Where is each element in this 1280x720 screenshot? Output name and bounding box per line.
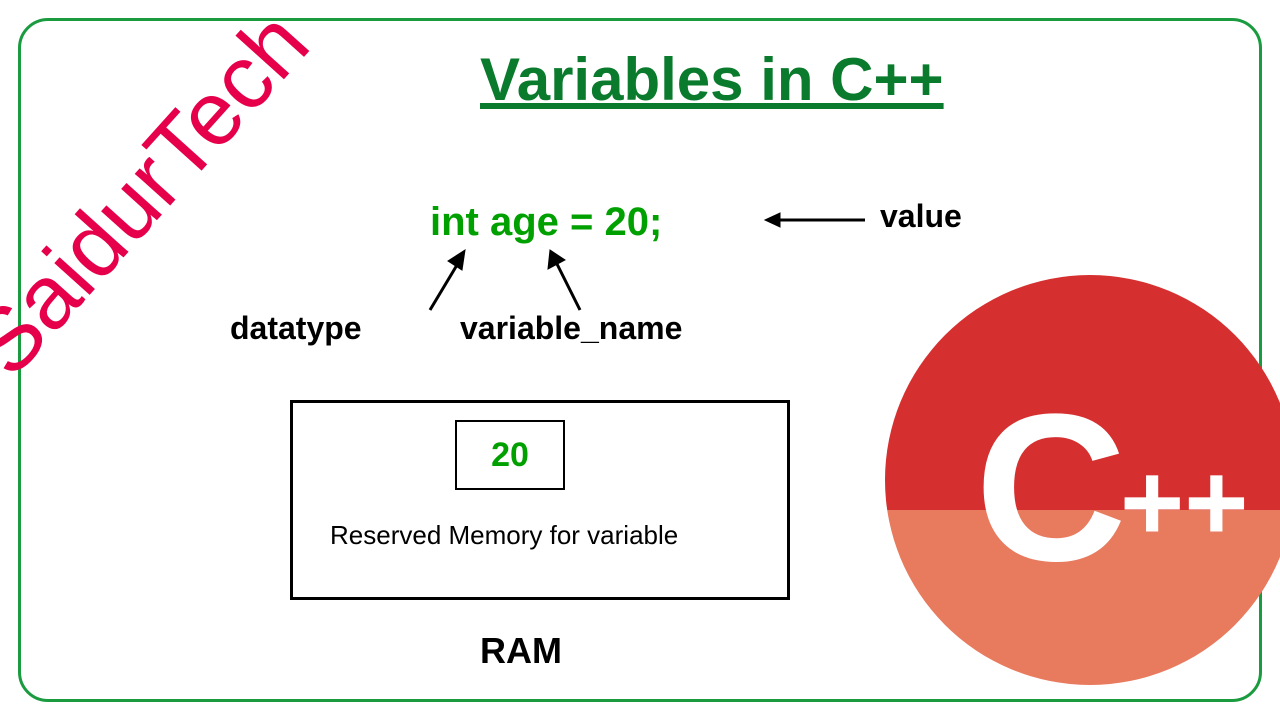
label-value: value	[880, 198, 962, 235]
memory-cell: 20	[455, 420, 565, 490]
svg-text:++: ++	[1120, 441, 1248, 564]
memory-caption: Reserved Memory for variable	[330, 520, 678, 551]
arrow-value	[760, 205, 870, 235]
code-example: int age = 20;	[430, 200, 662, 245]
ram-label: RAM	[480, 630, 562, 672]
arrow-varname	[540, 245, 600, 315]
cpp-logo-icon: C ++	[880, 270, 1280, 690]
label-variable-name: variable_name	[460, 310, 682, 347]
diagram-title: Variables in C++	[480, 45, 944, 114]
svg-text:C: C	[975, 370, 1127, 605]
arrow-datatype	[420, 245, 480, 315]
label-datatype: datatype	[230, 310, 362, 347]
